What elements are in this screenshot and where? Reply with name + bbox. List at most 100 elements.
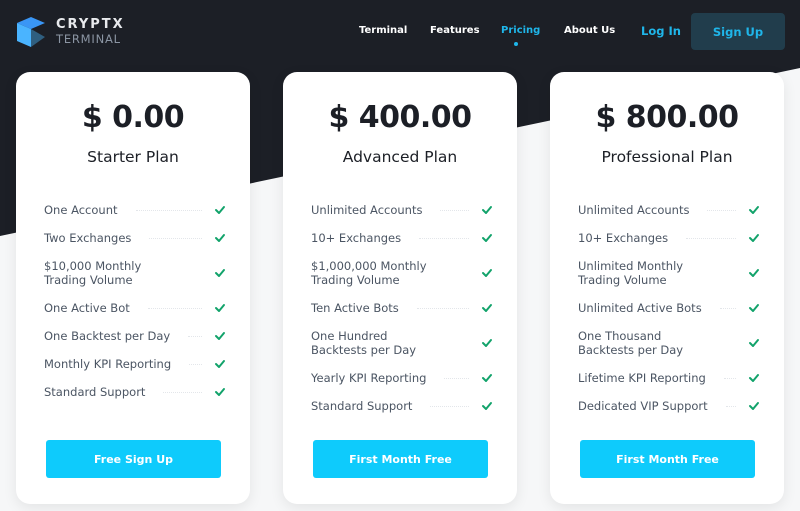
- feature-item: Lifetime KPI Reporting: [578, 364, 760, 392]
- check-icon: [482, 269, 492, 277]
- check-icon: [749, 402, 759, 410]
- check-icon: [215, 206, 225, 214]
- feature-item: Ten Active Bots: [311, 294, 493, 322]
- feature-list: Unlimited Accounts 10+ Exchanges Unlimit…: [578, 196, 760, 420]
- feature-label: Monthly KPI Reporting: [44, 357, 172, 371]
- feature-label: Unlimited Monthly Trading Volume: [578, 259, 684, 287]
- pricing-card-starter: $ 0.00 Starter Plan One Account Two Exch…: [16, 72, 250, 504]
- feature-label: 10+ Exchanges: [311, 231, 402, 245]
- feature-item: Standard Support: [44, 378, 226, 406]
- feature-item: Dedicated VIP Support: [578, 392, 760, 420]
- plan-name: Advanced Plan: [342, 148, 458, 166]
- brand-logo[interactable]: CRYPTX TERMINAL: [15, 15, 125, 49]
- check-icon: [215, 388, 225, 396]
- dotted-leader: [440, 209, 469, 211]
- check-icon: [749, 304, 759, 312]
- check-icon: [482, 402, 492, 410]
- check-icon: [482, 206, 492, 214]
- check-icon: [482, 374, 492, 382]
- feature-label: Ten Active Bots: [311, 301, 399, 315]
- feature-label: Unlimited Accounts: [578, 203, 690, 217]
- feature-label: $1,000,000 Monthly Trading Volume: [311, 259, 427, 287]
- pricing-card-professional: $ 800.00 Professional Plan Unlimited Acc…: [550, 72, 784, 504]
- feature-label: Two Exchanges: [44, 231, 132, 245]
- feature-label: Lifetime KPI Reporting: [578, 371, 706, 385]
- feature-item: One Thousand Backtests per Day: [578, 322, 760, 364]
- top-navbar: CRYPTX TERMINAL Terminal Features Pricin…: [0, 0, 800, 62]
- feature-item: One Active Bot: [44, 294, 226, 322]
- nav-pricing[interactable]: Pricing: [501, 25, 540, 36]
- feature-list: Unlimited Accounts 10+ Exchanges $1,000,…: [311, 196, 493, 420]
- plan-price: $ 800.00: [595, 100, 739, 135]
- feature-label: One Backtest per Day: [44, 329, 171, 343]
- dotted-leader: [149, 237, 202, 239]
- check-icon: [215, 304, 225, 312]
- check-icon: [749, 234, 759, 242]
- feature-item: One Hundred Backtests per Day: [311, 322, 493, 364]
- dotted-leader: [135, 209, 202, 211]
- starter-cta-button[interactable]: Free Sign Up: [46, 440, 221, 478]
- signup-button[interactable]: Sign Up: [691, 13, 785, 50]
- check-icon: [215, 332, 225, 340]
- dotted-leader: [719, 307, 736, 309]
- feature-label: One Thousand Backtests per Day: [578, 329, 684, 357]
- feature-item: One Backtest per Day: [44, 322, 226, 350]
- check-icon: [482, 339, 492, 347]
- feature-item: Yearly KPI Reporting: [311, 364, 493, 392]
- dotted-leader: [430, 405, 469, 407]
- check-icon: [215, 269, 225, 277]
- dotted-leader: [723, 377, 736, 379]
- brand-subtitle: TERMINAL: [56, 32, 121, 47]
- check-icon: [482, 234, 492, 242]
- pricing-card-advanced: $ 400.00 Advanced Plan Unlimited Account…: [283, 72, 517, 504]
- feature-label: Standard Support: [311, 399, 413, 413]
- dotted-leader: [444, 377, 469, 379]
- dotted-leader: [147, 307, 202, 309]
- check-icon: [749, 339, 759, 347]
- check-icon: [749, 269, 759, 277]
- feature-label: One Hundred Backtests per Day: [311, 329, 417, 357]
- feature-item: Unlimited Active Bots: [578, 294, 760, 322]
- feature-label: One Account: [44, 203, 118, 217]
- plan-name: Professional Plan: [601, 148, 733, 166]
- nav-about-us[interactable]: About Us: [564, 25, 615, 36]
- dotted-leader: [725, 405, 736, 407]
- brand-title: CRYPTX: [56, 17, 125, 33]
- feature-item: Monthly KPI Reporting: [44, 350, 226, 378]
- feature-item: $10,000 Monthly Trading Volume: [44, 252, 226, 294]
- dotted-leader: [189, 363, 202, 365]
- feature-label: One Active Bot: [44, 301, 130, 315]
- login-link[interactable]: Log In: [641, 24, 681, 38]
- cube-logo-icon: [17, 17, 45, 47]
- feature-item: 10+ Exchanges: [311, 224, 493, 252]
- feature-label: Unlimited Accounts: [311, 203, 423, 217]
- check-icon: [749, 206, 759, 214]
- dotted-leader: [707, 209, 736, 211]
- check-icon: [215, 234, 225, 242]
- dotted-leader: [416, 307, 469, 309]
- check-icon: [215, 360, 225, 368]
- plan-price: $ 400.00: [328, 100, 472, 135]
- feature-item: Two Exchanges: [44, 224, 226, 252]
- feature-label: Unlimited Active Bots: [578, 301, 702, 315]
- dotted-leader: [419, 237, 469, 239]
- feature-label: Standard Support: [44, 385, 146, 399]
- nav-features[interactable]: Features: [430, 25, 480, 36]
- feature-item: Standard Support: [311, 392, 493, 420]
- feature-label: Yearly KPI Reporting: [311, 371, 427, 385]
- feature-label: $10,000 Monthly Trading Volume: [44, 259, 142, 287]
- feature-item: $1,000,000 Monthly Trading Volume: [311, 252, 493, 294]
- plan-name: Starter Plan: [87, 148, 179, 166]
- feature-item: 10+ Exchanges: [578, 224, 760, 252]
- feature-label: Dedicated VIP Support: [578, 399, 708, 413]
- check-icon: [749, 374, 759, 382]
- feature-item: Unlimited Accounts: [578, 196, 760, 224]
- dotted-leader: [163, 391, 202, 393]
- professional-cta-button[interactable]: First Month Free: [580, 440, 755, 478]
- feature-item: One Account: [44, 196, 226, 224]
- feature-label: 10+ Exchanges: [578, 231, 669, 245]
- feature-list: One Account Two Exchanges $10,000 Monthl…: [44, 196, 226, 406]
- advanced-cta-button[interactable]: First Month Free: [313, 440, 488, 478]
- nav-terminal[interactable]: Terminal: [359, 25, 407, 36]
- feature-item: Unlimited Monthly Trading Volume: [578, 252, 760, 294]
